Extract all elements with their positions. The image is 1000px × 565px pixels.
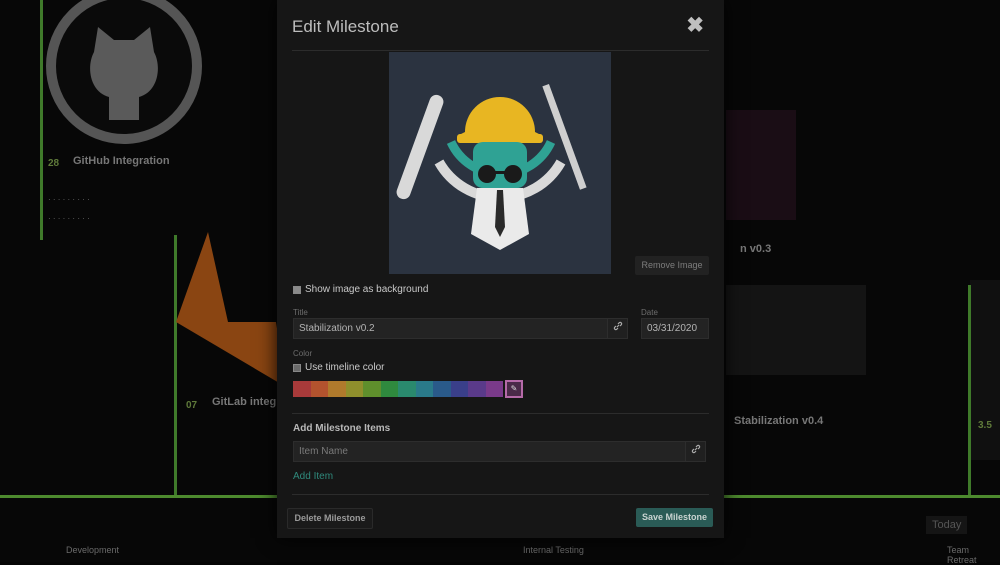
use-timeline-color-row[interactable]: Use timeline color [293, 362, 384, 373]
title-field[interactable] [293, 318, 608, 339]
color-swatch[interactable] [485, 381, 503, 397]
show-image-bg-checkbox[interactable] [293, 285, 301, 294]
color-swatch[interactable] [345, 381, 363, 397]
color-swatches: ✎ [293, 380, 523, 398]
date-field[interactable] [641, 318, 709, 339]
divider [292, 494, 709, 495]
milestone-v03-image [726, 110, 796, 220]
color-swatch[interactable] [380, 381, 398, 397]
modal-title: Edit Milestone [292, 17, 399, 36]
use-timeline-color-label: Use timeline color [305, 362, 385, 373]
color-swatch[interactable] [310, 381, 328, 397]
title-input[interactable] [299, 319, 607, 338]
github-count: 28 [48, 158, 60, 169]
divider [292, 50, 709, 51]
track-label: Development [66, 545, 120, 555]
add-items-title: Add Milestone Items [293, 423, 391, 434]
track-label: Internal Testing [523, 545, 584, 555]
color-swatch[interactable] [415, 381, 433, 397]
date-label: Date [641, 308, 658, 317]
link-icon[interactable] [607, 318, 628, 339]
item-name-input[interactable] [299, 442, 685, 461]
remove-image-button[interactable]: Remove Image [635, 256, 709, 275]
color-swatch[interactable] [363, 381, 381, 397]
milestone-v04-card [726, 285, 866, 375]
edit-milestone-modal: Edit Milestone ✖ Remove Image Show image… [277, 0, 724, 538]
eyedropper-icon[interactable]: ✎ [505, 380, 523, 398]
milestone-v04-title: Stabilization v0.4 [734, 415, 824, 427]
timeline-marker [968, 285, 971, 495]
date-input[interactable] [647, 319, 708, 338]
milestone-image-preview [389, 52, 611, 274]
track-label: Team Retreat [947, 545, 977, 565]
add-item-link[interactable]: Add Item [293, 471, 333, 482]
color-swatch[interactable] [433, 381, 451, 397]
title-label: Title [293, 308, 308, 317]
color-swatch[interactable] [468, 381, 486, 397]
construction-mascot-image [389, 52, 611, 274]
divider [292, 413, 709, 414]
save-milestone-button[interactable]: Save Milestone [636, 508, 713, 527]
show-image-bg-row[interactable]: Show image as background [293, 284, 428, 295]
color-swatch[interactable] [328, 381, 346, 397]
milestone-v03-title: n v0.3 [740, 243, 772, 255]
color-swatch[interactable] [293, 381, 311, 397]
color-swatch[interactable] [450, 381, 468, 397]
delete-milestone-button[interactable]: Delete Milestone [287, 508, 373, 529]
gitlab-milestone-title: GitLab integ [212, 396, 277, 408]
timeline-marker [40, 0, 43, 240]
github-milestone-title: GitHub Integration [73, 155, 170, 167]
milestone-card-right [970, 280, 1000, 460]
close-icon[interactable]: ✖ [686, 13, 704, 38]
right-count: 3.5 [978, 420, 992, 431]
today-button[interactable]: Today [926, 516, 968, 534]
use-timeline-color-checkbox[interactable] [293, 363, 301, 372]
gitlab-count: 07 [186, 400, 198, 411]
github-octocat-icon [90, 27, 158, 120]
link-icon[interactable] [685, 441, 706, 462]
item-name-field[interactable] [293, 441, 686, 462]
gitlab-logo [176, 232, 286, 387]
color-swatch[interactable] [398, 381, 416, 397]
show-image-bg-label: Show image as background [305, 284, 429, 295]
color-label: Color [293, 349, 313, 358]
